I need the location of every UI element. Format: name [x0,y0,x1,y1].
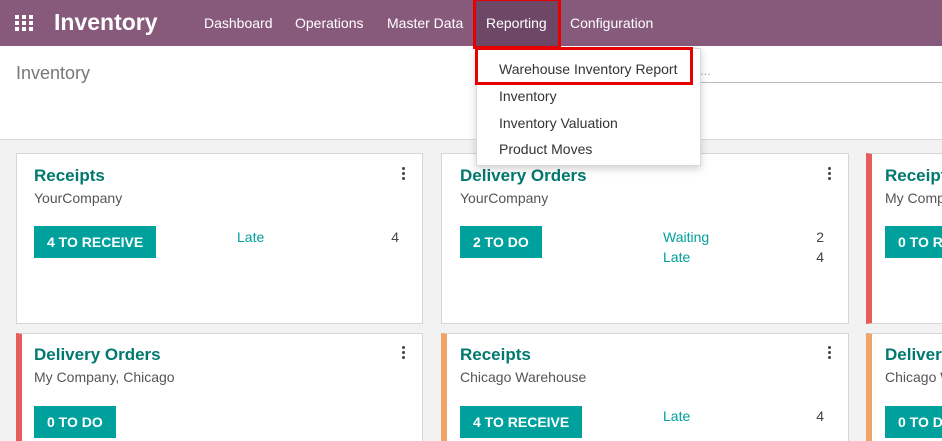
kebab-menu-icon[interactable] [398,167,408,181]
search-input[interactable] [690,82,942,83]
kebab-menu-icon[interactable] [824,346,834,360]
stat-label-late[interactable]: Late [237,229,264,245]
operation-card: Delivery Orders YourCompany 2 TO DO Wait… [441,153,849,324]
card-subtitle: YourCompany [460,190,549,206]
highlight-box-reporting [473,0,561,49]
card-subtitle: YourCompany [34,190,123,206]
operation-card: Delivery Orders My Company, Chicago 0 TO… [16,333,423,441]
card-subtitle: My Company, Chicago [885,190,942,206]
stat-value-waiting[interactable]: 2 [804,229,824,245]
control-panel: Inventory ... [0,46,942,140]
to-process-button[interactable]: 4 TO RECEIVE [460,406,583,438]
dropdown-item-product-moves[interactable]: Product Moves [499,141,592,157]
search-placeholder: ... [700,63,711,78]
to-process-button[interactable]: 0 TO DO [34,406,116,438]
stat-label-waiting[interactable]: Waiting [663,229,709,245]
kebab-menu-icon[interactable] [824,167,834,181]
operation-card: Receipts My Company, Chicago 0 TO RECEIV… [866,153,942,324]
menu-configuration[interactable]: Configuration [570,0,653,46]
stat-value-late[interactable]: 4 [379,229,399,245]
card-subtitle: Chicago Warehouse [460,369,587,385]
card-title[interactable]: Receipts [34,166,105,186]
operation-card: Delivery Orders Chicago Warehouse 0 TO D… [866,333,942,441]
dropdown-item-inventory[interactable]: Inventory [499,88,557,104]
top-navbar: Inventory Dashboard Operations Master Da… [0,0,942,46]
menu-dashboard[interactable]: Dashboard [204,0,273,46]
page-title: Inventory [16,63,91,83]
card-title[interactable]: Delivery Orders [885,345,942,365]
card-title[interactable]: Delivery Orders [460,166,587,186]
card-title[interactable]: Receipts [460,345,531,365]
stat-value-late[interactable]: 4 [804,408,824,424]
apps-grid-icon[interactable] [15,15,33,31]
stat-label-late[interactable]: Late [663,249,690,265]
menu-master-data[interactable]: Master Data [387,0,463,46]
operation-card: Receipts Chicago Warehouse 4 TO RECEIVE … [441,333,849,441]
dropdown-item-inventory-valuation[interactable]: Inventory Valuation [499,115,618,131]
kanban-dashboard: Receipts YourCompany 4 TO RECEIVE Late 4… [0,140,942,441]
stat-value-late[interactable]: 4 [804,249,824,265]
to-process-button[interactable]: 2 TO DO [460,226,542,258]
card-subtitle: My Company, Chicago [34,369,175,385]
card-subtitle: Chicago Warehouse [885,369,942,385]
card-title[interactable]: Receipts [885,166,942,186]
menu-operations[interactable]: Operations [295,0,363,46]
highlight-box-warehouse-report [475,47,693,85]
app-name[interactable]: Inventory [54,9,158,36]
to-process-button[interactable]: 0 TO DO [885,406,942,438]
kebab-menu-icon[interactable] [398,346,408,360]
operation-card: Receipts YourCompany 4 TO RECEIVE Late 4 [16,153,423,324]
to-process-button[interactable]: 0 TO RECEIVE [885,226,942,258]
card-title[interactable]: Delivery Orders [34,345,161,365]
stat-label-late[interactable]: Late [663,408,690,424]
to-process-button[interactable]: 4 TO RECEIVE [34,226,157,258]
